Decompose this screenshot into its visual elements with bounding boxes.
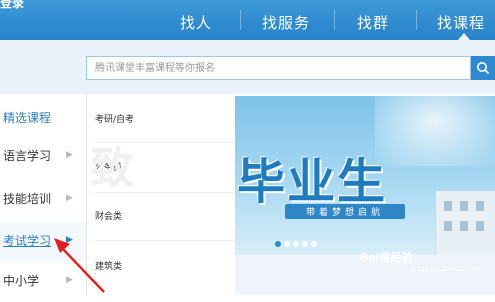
category-label: 中小学 <box>3 274 40 288</box>
carousel-dot[interactable] <box>284 241 290 247</box>
baidu-jingyan-url: jingyan.baidu.com <box>410 264 484 273</box>
chevron-right-icon: ▶ <box>66 150 73 160</box>
building-illustration <box>435 191 495 255</box>
nav-find-people[interactable]: 找人 <box>180 12 212 33</box>
login-link[interactable]: 登录 <box>0 0 24 11</box>
search-button[interactable] <box>471 56 495 80</box>
search-box <box>86 56 471 80</box>
background-watermark: 致 <box>90 143 134 194</box>
carousel-dot[interactable] <box>302 241 308 247</box>
category-label: 考试学习 <box>3 234 52 248</box>
nav-find-courses[interactable]: 找课程 <box>437 12 485 33</box>
category-label: 精选课程 <box>3 111 52 125</box>
search-input[interactable] <box>87 57 470 79</box>
banner-glow <box>375 96 495 166</box>
banner-slogan: 带着梦想启航 <box>305 208 384 218</box>
category-language[interactable]: 语言学习 ▶ <box>0 137 86 177</box>
nav-divider <box>334 10 335 30</box>
banner-ribbon: 带着梦想启航 <box>285 204 405 219</box>
category-skills[interactable]: 技能培训 ▶ <box>0 180 86 220</box>
top-nav-bar: 登录 找人 找服务 找群 找课程 <box>0 0 495 40</box>
nav-divider <box>416 10 417 30</box>
nav-divider <box>240 10 241 30</box>
category-label: 技能培训 <box>3 192 52 206</box>
category-label: 语言学习 <box>3 149 52 163</box>
nav-find-groups[interactable]: 找群 <box>357 12 389 33</box>
red-pointer-arrow-icon <box>54 238 105 293</box>
search-band <box>0 40 495 94</box>
subcategory-item[interactable]: 财会类 <box>95 209 122 222</box>
carousel-dot[interactable] <box>311 241 317 247</box>
carousel-dot[interactable] <box>275 241 281 247</box>
chevron-right-icon: ▶ <box>66 193 73 203</box>
baidu-jingyan-watermark: Bai度经验 <box>360 251 413 264</box>
banner-title: 毕业生 <box>237 154 388 210</box>
subcategory-item[interactable]: 考研/自考 <box>95 112 134 125</box>
search-icon <box>477 62 490 75</box>
nav-find-services[interactable]: 找服务 <box>262 12 310 33</box>
subcategory-divider <box>95 240 235 241</box>
carousel-dot[interactable] <box>293 241 299 247</box>
active-nav-caret-icon <box>458 33 470 40</box>
promo-banner[interactable]: 毕业生 带着梦想启航 <box>235 96 495 255</box>
category-featured[interactable]: 精选课程 <box>0 99 86 139</box>
